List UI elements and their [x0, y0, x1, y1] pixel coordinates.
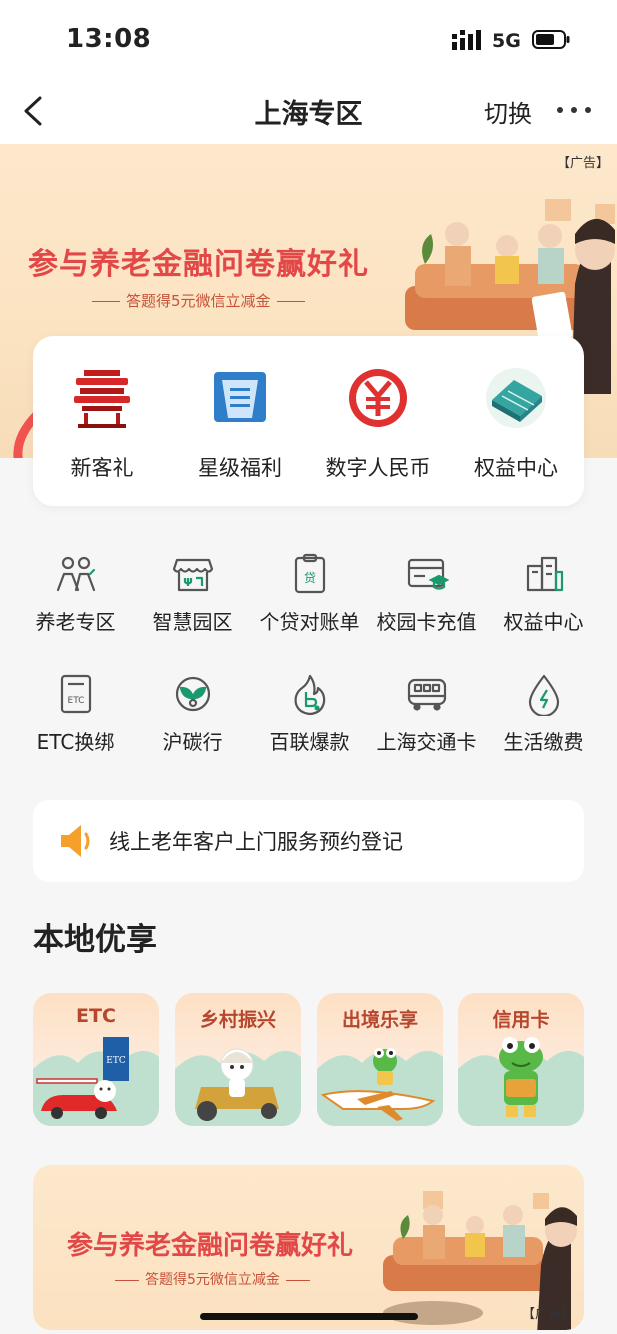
buildings-icon	[526, 556, 563, 592]
tile-label: 信用卡	[492, 1009, 550, 1031]
network-type: 5G	[492, 30, 521, 52]
teal-building-icon	[486, 368, 546, 428]
service-etc-rebind[interactable]: ETC ETC换绑	[17, 672, 134, 755]
farmer-tractor-illustration	[175, 1048, 301, 1126]
tile-rural[interactable]: 乡村振兴	[175, 993, 301, 1126]
service-elderly-zone[interactable]: 养老专区	[17, 552, 134, 635]
svg-text:ETC: ETC	[106, 1056, 126, 1066]
svg-text:贷: 贷	[303, 571, 315, 585]
elderly-couple-icon	[56, 556, 95, 592]
card-item-label: 星级福利	[198, 456, 282, 480]
service-utility-bills[interactable]: 生活缴费	[485, 672, 602, 755]
more-dots-icon[interactable]	[556, 104, 592, 116]
service-loan-statement[interactable]: 贷 个贷对账单	[251, 552, 368, 635]
tile-label: 出境乐享	[341, 1009, 418, 1031]
service-label: 权益中心	[503, 610, 584, 634]
bus-icon	[407, 678, 446, 711]
ad-tag: 【广告】	[521, 1307, 574, 1322]
nav-bar: 上海专区 切换	[0, 80, 617, 144]
service-transport-card[interactable]: 上海交通卡	[368, 672, 485, 755]
ad-tag: 【广告】	[556, 156, 609, 171]
service-label: 养老专区	[35, 610, 116, 634]
status-bar: 13:08 5G	[0, 0, 617, 80]
tile-travel[interactable]: 出境乐享	[317, 993, 443, 1126]
digital-yuan-icon	[349, 369, 407, 427]
service-label: 个贷对账单	[259, 610, 360, 634]
back-chevron-icon[interactable]	[20, 94, 50, 128]
new-customer-gift-entry[interactable]: 新客礼	[33, 366, 171, 482]
signal-icon	[452, 30, 481, 50]
service-label: 校园卡充值	[376, 610, 477, 634]
service-bailian-hot[interactable]: 百联爆款	[251, 672, 368, 755]
star-welfare-entry[interactable]: 星级福利	[171, 366, 309, 482]
tile-credit-card[interactable]: 信用卡	[458, 993, 584, 1126]
speaker-icon	[61, 825, 90, 857]
tile-label: ETC	[76, 1005, 116, 1027]
service-label: 智慧园区	[152, 610, 233, 634]
battery-icon	[532, 30, 570, 49]
shop-icon	[172, 558, 213, 592]
top-icon-card: 新客礼 星级福利 数字人民币 权益中心	[33, 336, 584, 506]
card-item-label: 数字人民币	[325, 456, 431, 480]
service-label: 沪碳行	[162, 730, 223, 754]
digital-rmb-entry[interactable]: 数字人民币	[309, 366, 447, 482]
home-indicator	[200, 1313, 418, 1320]
notice-bar[interactable]: 线上老年客户上门服务预约登记	[33, 800, 584, 882]
service-campus-card[interactable]: 校园卡充值	[368, 552, 485, 635]
service-label: 百联爆款	[269, 730, 350, 754]
frog-card-illustration	[458, 1037, 584, 1126]
service-label: 上海交通卡	[376, 730, 477, 754]
card-item-label: 新客礼	[70, 456, 134, 480]
service-smart-park[interactable]: 智慧园区	[134, 552, 251, 635]
service-benefits-center[interactable]: 权益中心	[485, 552, 602, 635]
fire-b-icon	[294, 674, 325, 716]
card-item-label: 权益中心	[474, 456, 558, 480]
banner-subtitle: 答题得5元微信立减金	[86, 290, 311, 311]
service-carbon[interactable]: 沪碳行	[134, 672, 251, 755]
local-tiles: ETC ETC 乡村振兴 出境乐享 信用卡	[33, 993, 584, 1128]
water-drop-icon	[528, 674, 559, 716]
service-label: ETC换绑	[36, 730, 115, 754]
section-title-local: 本地优享	[33, 922, 157, 958]
banner2-title: 参与养老金融问卷赢好礼	[67, 1231, 354, 1261]
etc-car-illustration: ETC	[33, 1037, 159, 1126]
status-time: 13:08	[66, 24, 152, 54]
carbon-leaf-icon	[175, 676, 210, 712]
svg-text:ETC: ETC	[67, 696, 84, 706]
switch-region-button[interactable]: 切换	[484, 94, 532, 129]
frog-plane-illustration	[317, 1048, 443, 1126]
loan-statement-icon: 贷	[294, 553, 325, 594]
blue-building-card-icon	[214, 372, 266, 422]
benefits-center-entry[interactable]: 权益中心	[447, 366, 585, 482]
etc-card-icon: ETC	[60, 674, 91, 714]
banner2-subtitle: 答题得5元微信立减金	[109, 1269, 316, 1289]
service-label: 生活缴费	[503, 730, 584, 754]
tile-label: 乡村振兴	[199, 1009, 276, 1031]
campus-card-icon	[407, 558, 449, 590]
tile-etc[interactable]: ETC ETC	[33, 993, 159, 1126]
bottom-banner-ad[interactable]: 参与养老金融问卷赢好礼 答题得5元微信立减金 【广告】	[33, 1165, 584, 1330]
banner-title: 参与养老金融问卷赢好礼	[28, 247, 369, 282]
red-pavilion-icon	[74, 370, 130, 428]
notice-text: 线上老年客户上门服务预约登记	[109, 830, 403, 854]
